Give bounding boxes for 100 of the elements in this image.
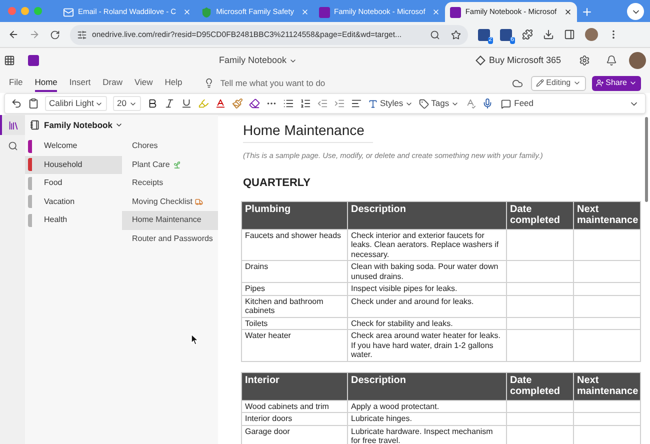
clear-formatting-icon[interactable] <box>249 98 260 109</box>
align-icon[interactable] <box>351 98 362 109</box>
section-item[interactable]: Health <box>25 211 122 230</box>
column-header: Date completed <box>506 372 574 400</box>
styles-button[interactable]: Styles <box>368 97 414 110</box>
table-cell <box>506 295 574 318</box>
share-button[interactable]: Share <box>592 76 641 90</box>
page-item[interactable]: Home Maintenance <box>122 211 218 230</box>
table-cell: Drains <box>242 260 348 283</box>
table-cell: Check for stability and leaks. <box>348 317 506 330</box>
new-tab-icon[interactable] <box>580 6 593 18</box>
column-header: Next maintenance <box>574 201 640 230</box>
table-cell: Toilets <box>242 317 348 330</box>
page-item[interactable]: Router and Passwords <box>122 230 218 248</box>
section-item[interactable]: Welcome <box>25 137 122 156</box>
ribbon-tab[interactable]: View <box>134 74 153 92</box>
table-cell <box>574 229 640 261</box>
pencil-icon <box>536 79 544 87</box>
underline-icon[interactable] <box>181 98 192 109</box>
table-cell: Faucets and shower heads <box>242 229 348 261</box>
table-cell <box>506 400 574 413</box>
chevron-down-icon <box>115 121 124 129</box>
spelling-icon[interactable] <box>465 98 476 109</box>
table-cell <box>574 282 640 296</box>
tag-icon <box>419 98 430 108</box>
italic-icon[interactable] <box>164 98 175 109</box>
notebook-name[interactable]: Family Notebook <box>44 118 124 132</box>
microphone-icon[interactable] <box>482 98 494 109</box>
table-cell <box>574 260 640 283</box>
cloud-icon[interactable] <box>512 78 524 88</box>
search-icon[interactable] <box>430 30 440 40</box>
profile-avatar[interactable] <box>585 28 598 41</box>
page-item[interactable]: Chores <box>122 137 218 156</box>
page-title[interactable]: Home Maintenance <box>243 120 373 143</box>
ribbon-tab[interactable]: Help <box>164 74 182 92</box>
font-color-icon[interactable] <box>215 98 226 109</box>
page-item[interactable]: Receipts <box>122 174 218 192</box>
notebook-title[interactable]: Family Notebook <box>219 54 297 68</box>
site-settings-icon[interactable] <box>77 30 87 40</box>
table-cell <box>506 282 574 296</box>
editing-mode-button[interactable]: Editing <box>531 76 586 90</box>
undo-icon[interactable] <box>11 98 22 109</box>
app-launcher-icon[interactable] <box>4 55 15 66</box>
bookmark-star-icon[interactable] <box>451 30 461 40</box>
column-header: Date completed <box>506 201 574 230</box>
section-item[interactable]: Household <box>25 156 122 174</box>
table-cell: Apply a wood protectant. <box>348 400 506 413</box>
table-cell <box>574 295 640 318</box>
ribbon-tab[interactable]: Insert <box>69 74 91 92</box>
section-item[interactable]: Vacation <box>25 192 122 211</box>
notifications-icon[interactable] <box>606 55 617 66</box>
close-icon[interactable] <box>564 8 572 16</box>
tab-search-button[interactable] <box>627 3 644 20</box>
section-item[interactable]: Food <box>25 174 122 192</box>
table-cell: Check interior and exterior faucets for leaks. Clean aerators. Replace washers if necessary. <box>348 229 506 261</box>
bullets-icon[interactable] <box>283 98 294 109</box>
lightbulb-icon <box>204 78 214 88</box>
side-panel-icon[interactable] <box>564 29 575 40</box>
shield-icon <box>201 6 212 18</box>
page-item[interactable]: Moving Checklist <box>122 192 218 211</box>
table-cell: Check area around water heater for leaks. If you have hard water, drain 1-2 gallons water. <box>348 330 506 362</box>
puzzle-icon[interactable] <box>522 29 533 40</box>
indent-icon[interactable] <box>334 98 345 109</box>
ribbon-tab[interactable]: File <box>9 74 23 92</box>
table-cell: Lubricate hinges. <box>348 412 506 426</box>
truck-icon <box>195 198 204 206</box>
ribbon-tab[interactable]: Draw <box>102 74 122 92</box>
font-dropdown[interactable]: Calibri Light <box>45 96 107 111</box>
column-header: Interior <box>242 372 348 400</box>
table-cell <box>574 330 640 362</box>
styles-icon <box>368 98 378 108</box>
mouse-cursor-icon <box>191 334 199 345</box>
table-cell <box>574 412 640 426</box>
download-icon[interactable] <box>543 29 554 40</box>
column-header: Next maintenance <box>574 372 640 400</box>
clipboard-icon[interactable] <box>28 98 39 109</box>
format-painter-icon[interactable] <box>232 98 243 109</box>
forward-icon[interactable] <box>29 29 40 40</box>
bold-icon[interactable] <box>147 98 158 109</box>
search-icon[interactable] <box>8 141 18 151</box>
notebooks-button[interactable] <box>0 115 25 135</box>
settings-icon[interactable] <box>579 55 590 66</box>
table-cell <box>506 260 574 283</box>
feed-button[interactable]: Feed <box>501 97 534 110</box>
back-icon[interactable] <box>8 29 19 40</box>
user-avatar[interactable] <box>629 52 646 69</box>
tell-me-field[interactable]: Tell me what you want to do <box>220 76 326 90</box>
feed-icon <box>501 98 512 108</box>
numbering-icon[interactable] <box>300 98 311 109</box>
page-item[interactable]: Plant Care <box>122 156 218 174</box>
onenote-logo-icon <box>28 55 39 66</box>
buy-link[interactable]: Buy Microsoft 365 <box>488 54 561 68</box>
column-header: Description <box>348 201 506 230</box>
table-cell: Water heater <box>242 330 348 362</box>
notebook-icon <box>450 6 462 18</box>
outdent-icon[interactable] <box>317 98 328 109</box>
font-size-dropdown[interactable]: 20 <box>113 96 141 111</box>
reload-icon[interactable] <box>50 30 60 40</box>
tags-button[interactable]: Tags <box>419 97 460 110</box>
table-cell: Wood cabinets and trim <box>242 400 348 413</box>
